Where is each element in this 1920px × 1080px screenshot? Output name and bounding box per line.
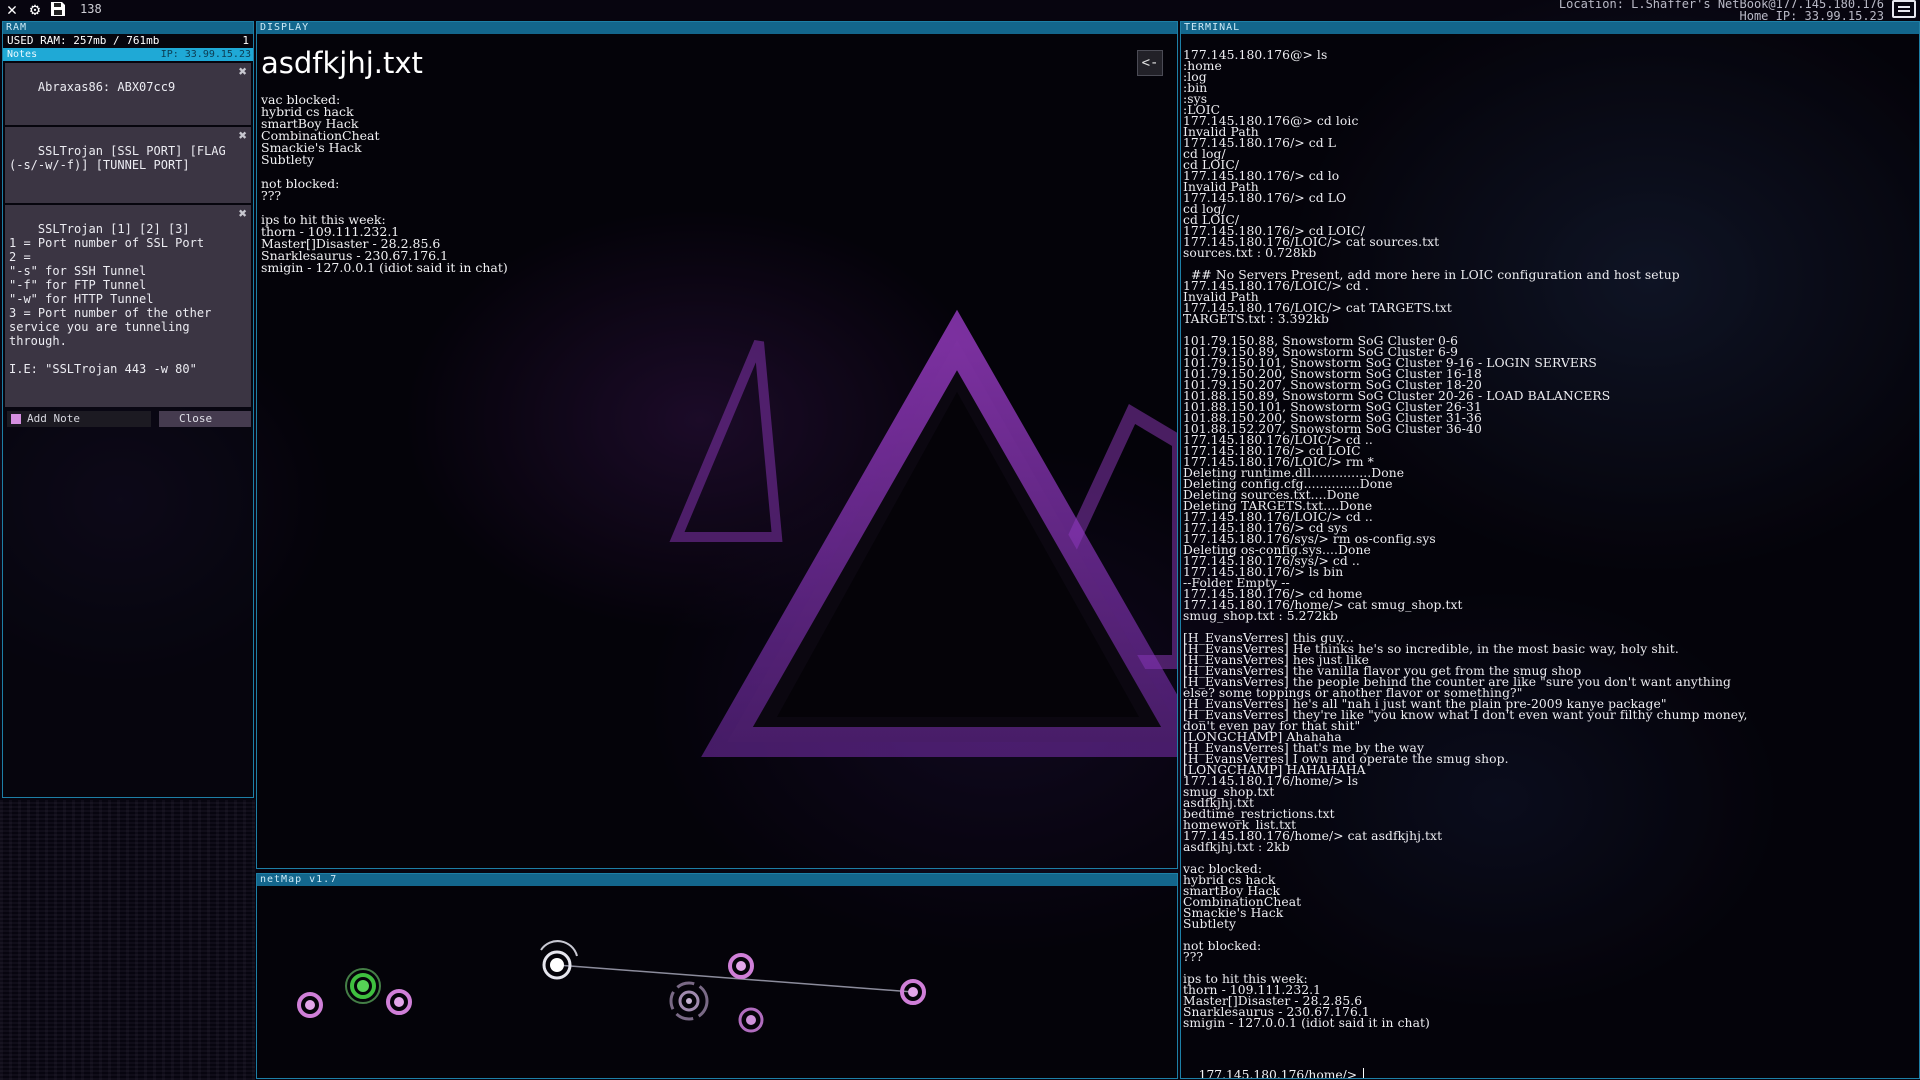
ram-count: 138 xyxy=(80,2,102,16)
delete-note-icon[interactable]: ✖ xyxy=(239,207,247,221)
note-color-swatch xyxy=(11,414,21,424)
terminal-line: not blocked: xyxy=(1183,939,1262,953)
terminal-line: :sys xyxy=(1183,92,1208,106)
close-icon[interactable]: ✕ xyxy=(3,1,21,19)
notes-ip: IP: 33.99.15.23 xyxy=(160,49,251,60)
display-panel: DISPLAY asdfkjhj.txt <- vac blocked: hyb… xyxy=(256,21,1178,869)
terminal-line: TARGETS.txt : 3.392kb xyxy=(1183,312,1329,326)
node-1[interactable] xyxy=(297,992,323,1018)
node-2[interactable] xyxy=(386,989,412,1015)
terminal-line: cd log/ xyxy=(1183,147,1226,161)
terminal-header: TERMINAL xyxy=(1181,22,1919,34)
notes-label: Notes xyxy=(7,49,38,60)
netmap-header: netMap v1.7 xyxy=(257,874,1177,886)
note-item: SSLTrojan [1] [2] [3] 1 = Port number of… xyxy=(5,205,251,407)
add-note-button[interactable]: Add Note xyxy=(7,411,151,427)
terminal-line: 177.145.180.176/> cd L xyxy=(1183,136,1336,150)
chat-icon[interactable] xyxy=(1892,0,1916,18)
terminal-line: Subtlety xyxy=(1183,917,1237,931)
memory-noise-area xyxy=(0,800,255,1080)
used-ram-label: USED RAM: 257mb / 761mb xyxy=(7,34,160,47)
terminal-line: 177.145.180.176/> cd lo xyxy=(1183,169,1340,183)
save-icon[interactable] xyxy=(49,1,67,19)
node-current[interactable] xyxy=(540,940,578,980)
terminal-prompt[interactable]: 177.145.180.176/home/> xyxy=(1183,1056,1365,1079)
terminal-line: asdfkjhj.txt : 2kb xyxy=(1183,840,1290,854)
terminal-line: :log xyxy=(1183,70,1207,84)
prompt-path: 177.145.180.176/home/> xyxy=(1198,1068,1358,1079)
back-button[interactable]: <- xyxy=(1137,50,1163,76)
terminal-line: 177.145.180.176@> cd loic xyxy=(1183,114,1359,128)
terminal-line: 177.145.180.176/LOIC/> cd . xyxy=(1183,279,1369,293)
terminal-line: sources.txt : 0.728kb xyxy=(1183,246,1317,260)
ram-header: RAM xyxy=(3,22,253,34)
terminal-line: smug_shop.txt xyxy=(1183,785,1275,799)
node-3[interactable] xyxy=(669,981,709,1021)
file-title: asdfkjhj.txt xyxy=(261,46,423,80)
terminal-line: :home xyxy=(1183,59,1222,73)
netmap-panel: netMap v1.7 xyxy=(256,873,1178,1079)
close-notes-button[interactable]: Close xyxy=(159,411,251,427)
terminal-output: 177.145.180.176@> ls:home:log:bin:sys:LO… xyxy=(1183,48,1748,1030)
file-content: vac blocked: hybrid cs hack smartBoy Hac… xyxy=(261,92,508,275)
location-info: Location: L.Shaffer's NetBook@177.145.18… xyxy=(1559,0,1884,22)
note-text: SSLTrojan [SSL PORT] [FLAG (-s/-w/-f)] [… xyxy=(9,144,226,172)
note-text: SSLTrojan [1] [2] [3] 1 = Port number of… xyxy=(9,222,212,376)
terminal-line: 177.145.180.176/> cd LO xyxy=(1183,191,1347,205)
text-caret xyxy=(1363,1068,1365,1078)
ram-panel: RAM USED RAM: 257mb / 761mb 1 Notes IP: … xyxy=(2,21,254,798)
note-item: SSLTrojan [SSL PORT] [FLAG (-s/-w/-f)] [… xyxy=(5,127,251,203)
terminal-line: smug_shop.txt : 5.272kb xyxy=(1183,609,1338,623)
top-bar: ✕ ⚙ 138 Location: L.Shaffer's NetBook@17… xyxy=(0,0,1920,22)
process-count: 1 xyxy=(242,34,249,47)
gear-icon[interactable]: ⚙ xyxy=(26,1,44,19)
terminal-line: cd log/ xyxy=(1183,202,1226,216)
network-map xyxy=(297,940,926,1033)
delete-note-icon[interactable]: ✖ xyxy=(239,65,247,79)
terminal-line: 177.145.180.176@> ls xyxy=(1183,48,1328,62)
terminal-line: Smackie's Hack xyxy=(1183,906,1284,920)
node-home[interactable] xyxy=(345,968,381,1004)
close-label: Close xyxy=(179,412,213,425)
notes-exe-bar[interactable]: Notes IP: 33.99.15.23 xyxy=(3,48,253,61)
note-item: Abraxas86: ABX07cc9 ✖ xyxy=(5,63,251,125)
terminal-panel[interactable]: TERMINAL 177.145.180.176@> ls:home:log:b… xyxy=(1180,21,1920,1079)
terminal-line: :bin xyxy=(1183,81,1208,95)
note-buttons: Add Note Close xyxy=(5,411,251,427)
note-text: Abraxas86: ABX07cc9 xyxy=(37,80,176,94)
node-4[interactable] xyxy=(728,953,754,979)
used-ram-bar: USED RAM: 257mb / 761mb 1 xyxy=(3,34,253,48)
delete-note-icon[interactable]: ✖ xyxy=(239,129,247,143)
terminal-line: ??? xyxy=(1183,950,1204,964)
add-note-label: Add Note xyxy=(27,412,80,425)
terminal-line: smigin - 127.0.0.1 (idiot said it in cha… xyxy=(1183,1016,1430,1030)
connection-line xyxy=(556,964,914,993)
node-5[interactable] xyxy=(738,1007,764,1033)
